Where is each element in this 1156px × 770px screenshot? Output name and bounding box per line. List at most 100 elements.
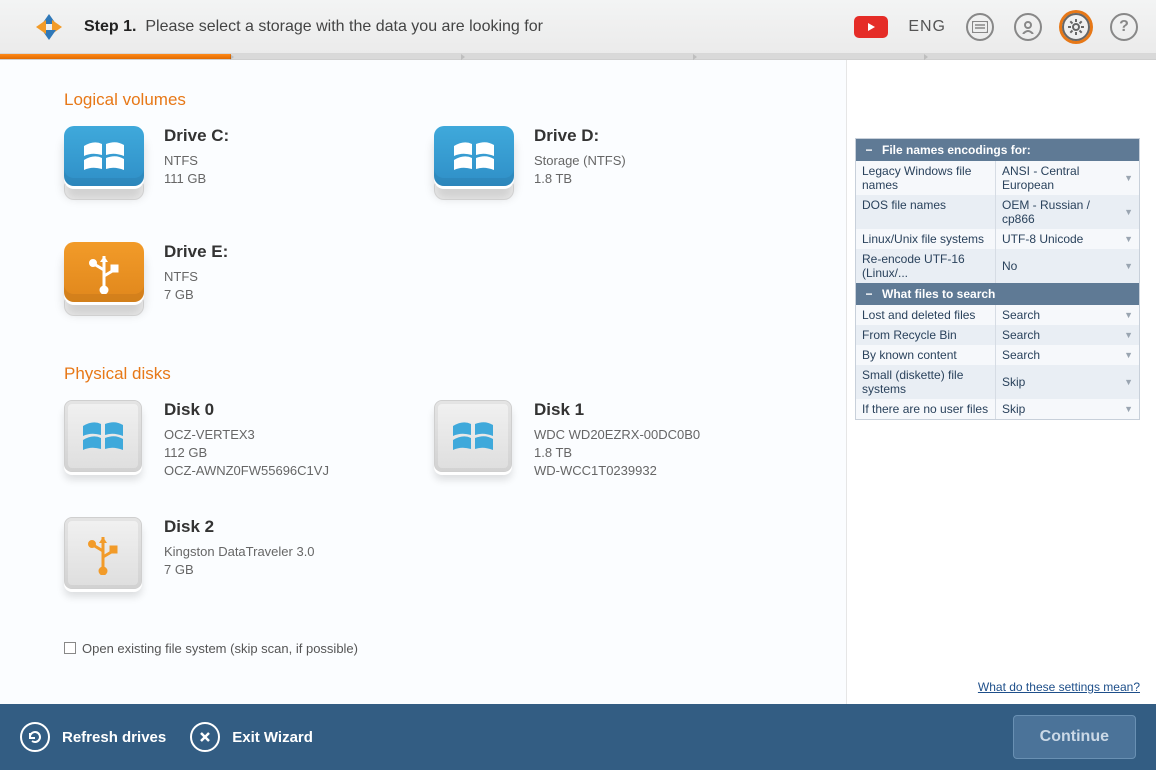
volume-size: 1.8 TB bbox=[534, 170, 626, 188]
volume-icon bbox=[64, 242, 144, 322]
search-header-label: What files to search bbox=[882, 287, 995, 301]
volume-icon bbox=[64, 126, 144, 206]
disk-icon bbox=[64, 517, 144, 597]
collapse-icon[interactable]: − bbox=[864, 287, 874, 301]
volume-icon bbox=[434, 126, 514, 206]
settings-row-value[interactable]: Search▼ bbox=[996, 345, 1139, 365]
volume-detail: NTFS bbox=[164, 152, 229, 170]
settings-row-label: Linux/Unix file systems bbox=[856, 229, 996, 249]
collapse-icon[interactable]: − bbox=[864, 143, 874, 157]
disk-size: 112 GB bbox=[164, 444, 329, 462]
continue-button[interactable]: Continue bbox=[1013, 715, 1136, 759]
settings-row-value[interactable]: No▼ bbox=[996, 249, 1139, 283]
language-selector[interactable]: ENG bbox=[908, 18, 946, 36]
physical-disk-item[interactable]: Disk 2 Kingston DataTraveler 3.0 7 GB bbox=[64, 517, 394, 597]
help-icon[interactable]: ? bbox=[1110, 13, 1138, 41]
settings-row[interactable]: Lost and deleted files Search▼ bbox=[856, 305, 1139, 325]
disk-title: Disk 1 bbox=[534, 400, 700, 420]
section-logical-title: Logical volumes bbox=[64, 90, 814, 110]
settings-row[interactable]: If there are no user files Skip▼ bbox=[856, 399, 1139, 419]
encodings-panel: − File names encodings for: Legacy Windo… bbox=[855, 138, 1140, 420]
open-existing-checkbox[interactable]: Open existing file system (skip scan, if… bbox=[64, 641, 814, 656]
disk-icon bbox=[64, 400, 144, 480]
settings-help-link[interactable]: What do these settings mean? bbox=[978, 680, 1140, 694]
settings-row-label: If there are no user files bbox=[856, 399, 996, 419]
encodings-panel-header[interactable]: − File names encodings for: bbox=[856, 139, 1139, 161]
settings-row[interactable]: Legacy Windows file names ANSI - Central… bbox=[856, 161, 1139, 195]
top-bar: Step 1. Please select a storage with the… bbox=[0, 0, 1156, 54]
volume-title: Drive C: bbox=[164, 126, 229, 146]
volume-info: Drive C: NTFS 111 GB bbox=[164, 126, 229, 206]
youtube-icon[interactable] bbox=[854, 16, 888, 38]
step-title: Step 1. Please select a storage with the… bbox=[84, 18, 543, 36]
settings-row-label: Legacy Windows file names bbox=[856, 161, 996, 195]
user-icon[interactable] bbox=[1014, 13, 1042, 41]
close-icon bbox=[190, 722, 220, 752]
logical-volume-item[interactable]: Drive E: NTFS 7 GB bbox=[64, 242, 394, 322]
refresh-label: Refresh drives bbox=[62, 729, 166, 746]
settings-row[interactable]: From Recycle Bin Search▼ bbox=[856, 325, 1139, 345]
disk-title: Disk 0 bbox=[164, 400, 329, 420]
physical-disk-item[interactable]: Disk 0 OCZ-VERTEX3 112 GB OCZ-AWNZ0FW556… bbox=[64, 400, 394, 481]
dropdown-caret-icon: ▼ bbox=[1124, 310, 1133, 320]
disk-title: Disk 2 bbox=[164, 517, 315, 537]
disk-model: Kingston DataTraveler 3.0 bbox=[164, 543, 315, 561]
settings-icon[interactable] bbox=[1062, 13, 1090, 41]
exit-wizard-button[interactable]: Exit Wizard bbox=[190, 722, 313, 752]
dropdown-caret-icon: ▼ bbox=[1124, 377, 1133, 387]
settings-row-value[interactable]: ANSI - Central European▼ bbox=[996, 161, 1139, 195]
checkbox-icon[interactable] bbox=[64, 642, 76, 654]
settings-row-value[interactable]: UTF-8 Unicode▼ bbox=[996, 229, 1139, 249]
disk-model: WDC WD20EZRX-00DC0B0 bbox=[534, 426, 700, 444]
top-right-group: ENG ? bbox=[854, 13, 1138, 41]
settings-row[interactable]: Linux/Unix file systems UTF-8 Unicode▼ bbox=[856, 229, 1139, 249]
settings-row[interactable]: Small (diskette) file systems Skip▼ bbox=[856, 365, 1139, 399]
settings-row-label: DOS file names bbox=[856, 195, 996, 229]
progress-step-3 bbox=[462, 54, 693, 59]
settings-row-value[interactable]: Skip▼ bbox=[996, 365, 1139, 399]
license-button[interactable] bbox=[966, 13, 994, 41]
volume-title: Drive D: bbox=[534, 126, 626, 146]
logical-volume-item[interactable]: Drive C: NTFS 111 GB bbox=[64, 126, 394, 206]
volume-info: Drive D: Storage (NTFS) 1.8 TB bbox=[534, 126, 626, 206]
settings-row-value[interactable]: Skip▼ bbox=[996, 399, 1139, 419]
dropdown-caret-icon: ▼ bbox=[1124, 350, 1133, 360]
settings-row[interactable]: By known content Search▼ bbox=[856, 345, 1139, 365]
footer-bar: Refresh drives Exit Wizard Continue bbox=[0, 704, 1156, 770]
progress-step-5 bbox=[925, 54, 1156, 59]
refresh-icon bbox=[20, 722, 50, 752]
settings-row-value[interactable]: Search▼ bbox=[996, 305, 1139, 325]
logical-volume-item[interactable]: Drive D: Storage (NTFS) 1.8 TB bbox=[434, 126, 764, 206]
section-physical-title: Physical disks bbox=[64, 364, 814, 384]
progress-step-2 bbox=[231, 54, 462, 59]
settings-panel: − File names encodings for: Legacy Windo… bbox=[846, 60, 1156, 704]
settings-row-value[interactable]: Search▼ bbox=[996, 325, 1139, 345]
encodings-header-label: File names encodings for: bbox=[882, 143, 1031, 157]
settings-row-label: Re-encode UTF-16 (Linux/... bbox=[856, 249, 996, 283]
disk-info: Disk 2 Kingston DataTraveler 3.0 7 GB bbox=[164, 517, 315, 597]
search-panel-header[interactable]: − What files to search bbox=[856, 283, 1139, 305]
open-existing-label: Open existing file system (skip scan, if… bbox=[82, 641, 358, 656]
app-logo-icon bbox=[32, 10, 66, 44]
settings-row[interactable]: Re-encode UTF-16 (Linux/... No▼ bbox=[856, 249, 1139, 283]
dropdown-caret-icon: ▼ bbox=[1124, 261, 1133, 271]
volume-info: Drive E: NTFS 7 GB bbox=[164, 242, 228, 322]
disk-icon bbox=[434, 400, 514, 480]
volume-detail: Storage (NTFS) bbox=[534, 152, 626, 170]
volume-title: Drive E: bbox=[164, 242, 228, 262]
disk-serial: WD-WCC1T0239932 bbox=[534, 462, 700, 480]
dropdown-caret-icon: ▼ bbox=[1124, 404, 1133, 414]
refresh-drives-button[interactable]: Refresh drives bbox=[20, 722, 166, 752]
dropdown-caret-icon: ▼ bbox=[1124, 330, 1133, 340]
settings-row-label: From Recycle Bin bbox=[856, 325, 996, 345]
dropdown-caret-icon: ▼ bbox=[1124, 234, 1133, 244]
disk-info: Disk 1 WDC WD20EZRX-00DC0B0 1.8 TB WD-WC… bbox=[534, 400, 700, 481]
step-number: Step 1. bbox=[84, 18, 136, 35]
settings-row[interactable]: DOS file names OEM - Russian / cp866▼ bbox=[856, 195, 1139, 229]
progress-step-1 bbox=[0, 54, 231, 59]
physical-disk-item[interactable]: Disk 1 WDC WD20EZRX-00DC0B0 1.8 TB WD-WC… bbox=[434, 400, 764, 481]
step-description: Please select a storage with the data yo… bbox=[145, 18, 543, 35]
settings-row-value[interactable]: OEM - Russian / cp866▼ bbox=[996, 195, 1139, 229]
disk-model: OCZ-VERTEX3 bbox=[164, 426, 329, 444]
exit-label: Exit Wizard bbox=[232, 729, 313, 746]
